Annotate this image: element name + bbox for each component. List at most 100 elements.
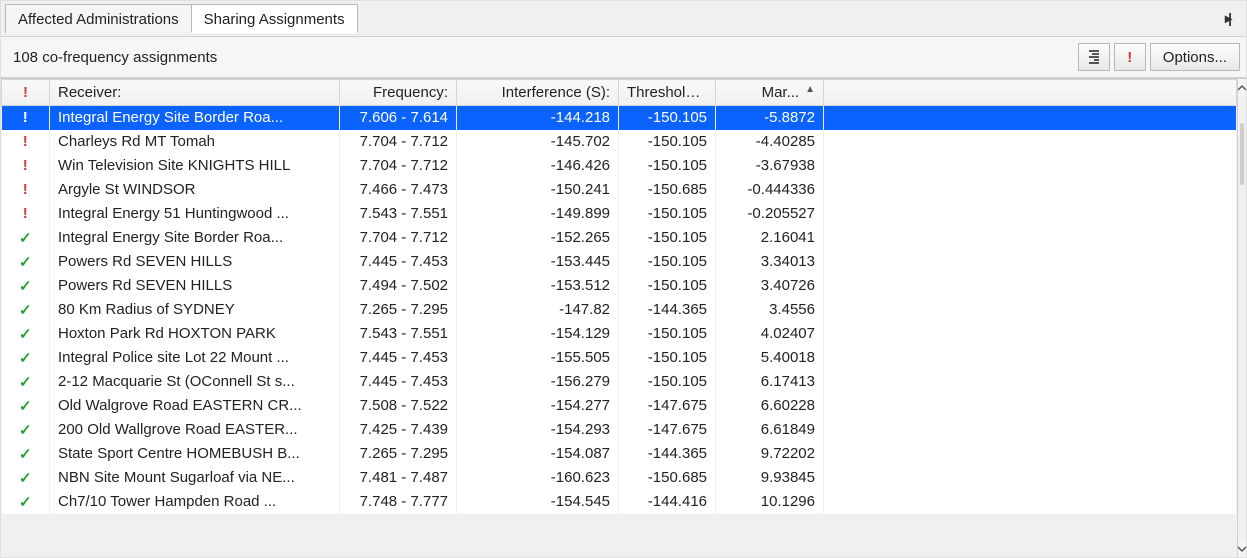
cell-threshold: -150.105	[619, 226, 716, 250]
status-icon: ✓	[17, 253, 33, 271]
table-row[interactable]: ✓2-12 Macquarie St (OConnell St s...7.44…	[2, 370, 1237, 394]
table-header-row: ! Receiver: Frequency: Interference (S):…	[2, 80, 1237, 106]
scroll-track[interactable]	[1238, 96, 1246, 540]
align-icon	[1089, 50, 1099, 64]
status-icon: ✓	[17, 349, 33, 367]
tab-overflow-button[interactable]: ▸|	[1221, 8, 1240, 29]
table-row[interactable]: ✓NBN Site Mount Sugarloaf via NE...7.481…	[2, 466, 1237, 490]
grid-area: ! Receiver: Frequency: Interference (S):…	[1, 78, 1246, 557]
table-row[interactable]: ✓Hoxton Park Rd HOXTON PARK7.543 - 7.551…	[2, 322, 1237, 346]
table-row[interactable]: !Charleys Rd MT Tomah7.704 - 7.712-145.7…	[2, 130, 1237, 154]
cell-receiver: Charleys Rd MT Tomah	[50, 130, 340, 154]
cell-threshold: -150.105	[619, 370, 716, 394]
cell-receiver: Argyle St WINDSOR	[50, 178, 340, 202]
tab-label: Sharing Assignments	[204, 11, 345, 28]
scroll-up-button[interactable]	[1238, 79, 1246, 96]
table-row[interactable]: ✓Powers Rd SEVEN HILLS7.445 - 7.453-153.…	[2, 250, 1237, 274]
cell-interference: -160.623	[457, 466, 619, 490]
tab-affected-administrations[interactable]: Affected Administrations	[5, 4, 192, 33]
table-row[interactable]: !Integral Energy Site Border Roa...7.606…	[2, 106, 1237, 130]
cell-frequency: 7.494 - 7.502	[340, 274, 457, 298]
filter-errors-button[interactable]: !	[1114, 43, 1146, 71]
cell-interference: -147.82	[457, 298, 619, 322]
scroll-thumb[interactable]	[1240, 123, 1244, 185]
cell-interference: -152.265	[457, 226, 619, 250]
table-row[interactable]: !Argyle St WINDSOR7.466 - 7.473-150.241-…	[2, 178, 1237, 202]
tabbar: Affected Administrations Sharing Assignme…	[1, 1, 1246, 37]
table-row[interactable]: ✓ 200 Old Wallgrove Road EASTER...7.425 -…	[2, 418, 1237, 442]
cell-margin: 6.60228	[716, 394, 824, 418]
status-icon: !	[17, 181, 33, 198]
scroll-down-button[interactable]	[1238, 540, 1246, 557]
table-row[interactable]: !Win Television Site KNIGHTS HILL7.704 -…	[2, 154, 1237, 178]
col-interference[interactable]: Interference (S):	[457, 80, 619, 106]
cell-margin: 2.16041	[716, 226, 824, 250]
col-frequency[interactable]: Frequency:	[340, 80, 457, 106]
table-row[interactable]: ✓Old Walgrove Road EASTERN CR...7.508 - …	[2, 394, 1237, 418]
col-threshold[interactable]: Threshold (S):	[619, 80, 716, 106]
cell-receiver: Win Television Site KNIGHTS HILL	[50, 154, 340, 178]
table-row[interactable]: ✓Integral Energy Site Border Roa...7.704…	[2, 226, 1237, 250]
status-icon: ✓	[17, 325, 33, 343]
tab-sharing-assignments[interactable]: Sharing Assignments	[191, 4, 358, 33]
cell-receiver: State Sport Centre HOMEBUSH B...	[50, 442, 340, 466]
options-button[interactable]: Options...	[1150, 43, 1240, 71]
cell-receiver: Powers Rd SEVEN HILLS	[50, 274, 340, 298]
table-row[interactable]: !Integral Energy 51 Huntingwood ...7.543…	[2, 202, 1237, 226]
col-margin[interactable]: Mar... ▲	[716, 80, 824, 106]
table-row[interactable]: ✓ Powers Rd SEVEN HILLS7.494 - 7.502-153.…	[2, 274, 1237, 298]
cell-receiver: Integral Energy Site Border Roa...	[50, 226, 340, 250]
cell-margin: 10.1296	[716, 490, 824, 514]
options-button-label: Options...	[1163, 49, 1227, 66]
status-icon: ✓	[17, 277, 33, 295]
cell-frequency: 7.543 - 7.551	[340, 322, 457, 346]
table-row[interactable]: ✓ Integral Police site Lot 22 Mount ...7.…	[2, 346, 1237, 370]
toolbar: 108 co-frequency assignments ! Options..…	[1, 37, 1246, 78]
exclamation-icon: !	[23, 84, 28, 101]
cell-frequency: 7.445 - 7.453	[340, 370, 457, 394]
cell-interference: -153.445	[457, 250, 619, 274]
cell-margin: 3.34013	[716, 250, 824, 274]
status-icon: ✓	[17, 397, 33, 415]
cell-interference: -154.293	[457, 418, 619, 442]
table-row[interactable]: ✓ State Sport Centre HOMEBUSH B...7.265 -…	[2, 442, 1237, 466]
status-icon: ✓	[17, 421, 33, 439]
cell-margin: -0.444336	[716, 178, 824, 202]
status-icon: ✓	[17, 229, 33, 247]
cell-margin: -3.67938	[716, 154, 824, 178]
status-icon: ✓	[17, 373, 33, 391]
table-row[interactable]: ✓80 Km Radius of SYDNEY7.265 - 7.295-147…	[2, 298, 1237, 322]
cell-margin: -4.40285	[716, 130, 824, 154]
cell-interference: -153.512	[457, 274, 619, 298]
align-button[interactable]	[1078, 43, 1110, 71]
cell-frequency: 7.445 - 7.453	[340, 346, 457, 370]
cell-interference: -149.899	[457, 202, 619, 226]
status-icon: ✓	[17, 445, 33, 463]
vertical-scrollbar[interactable]	[1237, 79, 1246, 557]
cell-frequency: 7.704 - 7.712	[340, 130, 457, 154]
cell-threshold: -150.105	[619, 274, 716, 298]
cell-interference: -154.087	[457, 442, 619, 466]
chevron-down-icon	[1238, 545, 1246, 553]
cell-margin: 3.40726	[716, 274, 824, 298]
cell-threshold: -147.675	[619, 394, 716, 418]
cell-threshold: -144.416	[619, 490, 716, 514]
cell-receiver: 200 Old Wallgrove Road EASTER...	[50, 418, 340, 442]
cell-threshold: -150.105	[619, 346, 716, 370]
cell-margin: -5.8872	[716, 106, 824, 130]
cell-frequency: 7.425 - 7.439	[340, 418, 457, 442]
table-row[interactable]: ✓Ch7/10 Tower Hampden Road ...7.748 - 7.…	[2, 490, 1237, 514]
cell-receiver: Integral Police site Lot 22 Mount ...	[50, 346, 340, 370]
status-icon: ✓	[17, 301, 33, 319]
cell-receiver: NBN Site Mount Sugarloaf via NE...	[50, 466, 340, 490]
cell-receiver: Old Walgrove Road EASTERN CR...	[50, 394, 340, 418]
cell-frequency: 7.265 - 7.295	[340, 442, 457, 466]
cell-threshold: -147.675	[619, 418, 716, 442]
cell-threshold: -150.105	[619, 106, 716, 130]
cell-frequency: 7.704 - 7.712	[340, 154, 457, 178]
status-icon: !	[17, 133, 33, 150]
col-status[interactable]: !	[2, 80, 50, 106]
cell-interference: -155.505	[457, 346, 619, 370]
cell-threshold: -144.365	[619, 442, 716, 466]
col-receiver[interactable]: Receiver:	[50, 80, 340, 106]
